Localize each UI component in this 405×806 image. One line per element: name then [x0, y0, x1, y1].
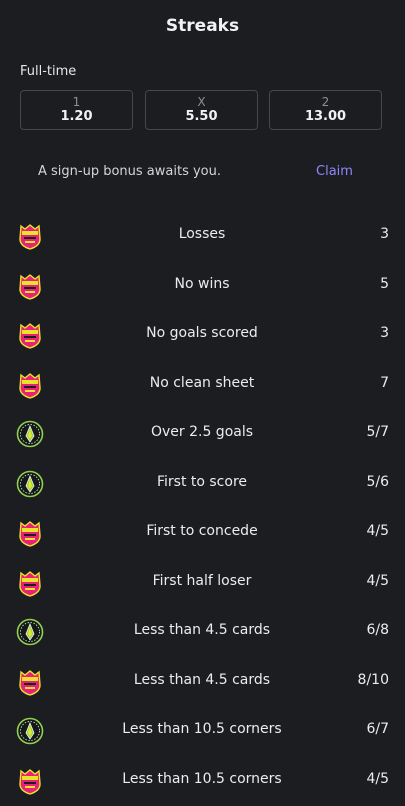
streak-value: 3 [380, 325, 389, 341]
streak-row: First to concede 4/5 [0, 517, 405, 547]
streak-label: Less than 4.5 cards [133, 671, 271, 688]
streak-value: 5/7 [366, 424, 389, 440]
green-crest-icon [16, 618, 44, 646]
streak-label: Over 2.5 goals [150, 424, 254, 440]
streak-row: Over 2.5 goals 5/7 [0, 418, 405, 448]
streak-label: Less than 4.5 cards [133, 622, 271, 638]
streak-row: Less than 4.5 cards 6/8 [0, 616, 405, 646]
streak-value: 8/10 [357, 671, 389, 688]
streak-label: No goals scored [146, 325, 258, 341]
streak-row: Losses 3 [0, 220, 405, 250]
pink-crest-icon [16, 668, 44, 696]
odd-draw-label: X [197, 95, 206, 109]
pink-crest-icon [16, 569, 44, 597]
streak-row: No clean sheet 7 [0, 369, 405, 399]
streak-label: Losses [178, 226, 226, 242]
streak-value: 3 [380, 226, 389, 242]
streak-value: 5 [380, 275, 389, 292]
odd-home-button[interactable]: 1 1.20 [20, 90, 133, 130]
odd-away-button[interactable]: 2 13.00 [269, 90, 382, 130]
streak-row: First half loser 4/5 [0, 567, 405, 597]
streak-value: 7 [380, 374, 389, 391]
streak-label: First to concede [146, 523, 258, 539]
streak-value: 6/7 [366, 721, 389, 737]
streak-row: No goals scored 3 [0, 319, 405, 349]
streak-row: Less than 4.5 cards 8/10 [0, 666, 405, 696]
streak-label: Less than 10.5 corners [122, 770, 282, 787]
streak-row: Less than 10.5 corners 6/7 [0, 715, 405, 745]
streak-row: Less than 10.5 corners 4/5 [0, 765, 405, 795]
streak-label: First half loser [152, 572, 252, 589]
streak-label: No clean sheet [149, 374, 255, 391]
page-title: Streaks [165, 16, 240, 36]
pink-crest-icon [16, 519, 44, 547]
streak-value: 4/5 [366, 572, 389, 589]
streak-value: 4/5 [366, 523, 389, 539]
odd-home-value: 1.20 [60, 109, 93, 124]
streak-row: First to score 5/6 [0, 468, 405, 498]
green-crest-icon [16, 717, 44, 745]
fulltime-label: Full-time [20, 64, 77, 79]
pink-crest-icon [16, 321, 44, 349]
odd-away-label: 2 [321, 95, 330, 109]
pink-crest-icon [16, 272, 44, 300]
pink-crest-icon [16, 222, 44, 250]
odds-group: 1 1.20 X 5.50 2 13.00 [20, 90, 384, 132]
green-crest-icon [16, 420, 44, 448]
pink-crest-icon [16, 371, 44, 399]
odd-draw-button[interactable]: X 5.50 [145, 90, 258, 130]
streak-label: Less than 10.5 corners [122, 721, 282, 737]
pink-crest-icon [16, 767, 44, 795]
green-crest-icon [16, 470, 44, 498]
streak-value: 6/8 [366, 622, 389, 638]
streak-label: No wins [174, 275, 230, 292]
streak-label: First to score [156, 473, 248, 490]
bonus-text: A sign-up bonus awaits you. [38, 164, 222, 179]
streak-value: 5/6 [366, 473, 389, 490]
streak-value: 4/5 [366, 770, 389, 787]
odd-away-value: 13.00 [304, 109, 347, 124]
odd-draw-value: 5.50 [185, 109, 218, 124]
claim-link[interactable]: Claim [316, 164, 353, 179]
odd-home-label: 1 [72, 95, 81, 109]
streak-row: No wins 5 [0, 270, 405, 300]
